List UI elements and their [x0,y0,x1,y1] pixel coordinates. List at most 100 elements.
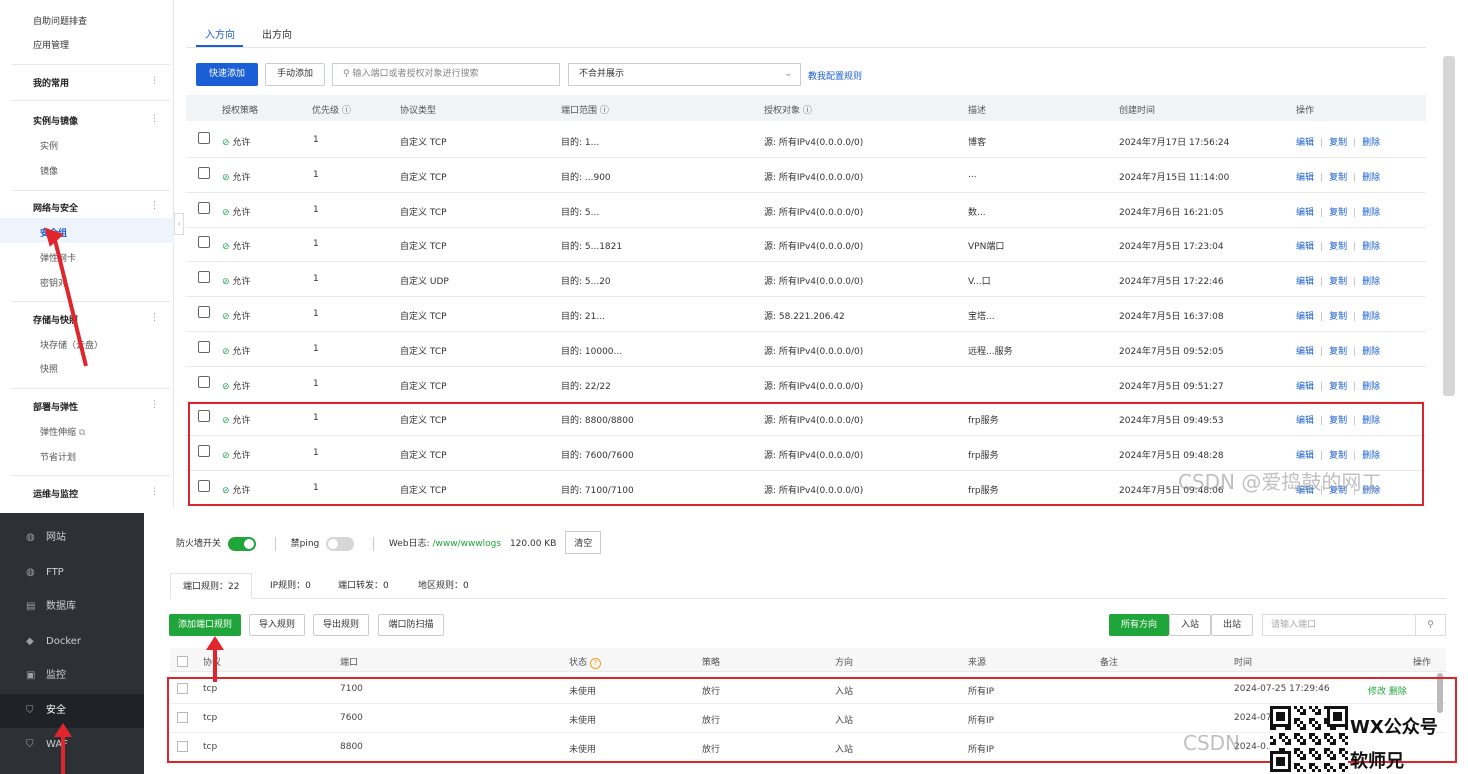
policy-cell: ⊘ 允许 [222,274,250,287]
quick-add-button[interactable]: 快速添加 [196,63,258,86]
sidebar-section-network[interactable]: 网络与安全 [33,201,78,214]
select-all-checkbox[interactable] [177,656,188,667]
description-cell: ... [968,169,977,180]
edit-link[interactable]: 编辑 [1296,138,1314,148]
more-icon[interactable]: ⋮ [150,201,159,211]
copy-link[interactable]: 复制 [1329,138,1347,148]
tab-inbound[interactable]: 入方向 [205,26,235,41]
policy-cell: ⊘ 允许 [222,170,250,183]
sidebar-section-deploy[interactable]: 部署与弹性 [33,400,78,413]
tab-region-rules[interactable]: 地区规则：0 [406,573,481,599]
ping-toggle[interactable] [326,536,355,551]
qr-code-image [1270,706,1348,772]
copy-link[interactable]: 复制 [1329,277,1347,287]
search-icon[interactable]: ⚲ [1415,615,1445,635]
direction-out-button[interactable]: 出站 [1211,614,1253,636]
priority-cell: 1 [313,309,319,319]
edit-link[interactable]: 编辑 [1296,312,1314,322]
import-rules-button[interactable]: 导入规则 [249,614,305,636]
sidebar-item-docker[interactable]: ◆ Docker [0,625,144,659]
sidebar-item-label: FTP [46,566,64,578]
more-icon[interactable]: ⋮ [150,313,159,323]
manual-add-button[interactable]: 手动添加 [265,63,325,86]
delete-link[interactable]: 删除 [1362,312,1380,322]
delete-link[interactable]: 删除 [1362,382,1380,392]
delete-link[interactable]: 删除 [1362,173,1380,183]
clear-log-button[interactable]: 清空 [565,531,602,554]
time-cell: 2024年7月5日 09:52:05 [1119,346,1224,357]
sidebar-item-autoscaling[interactable]: 弹性伸缩 ⧉ [40,425,85,438]
merge-display-select[interactable]: 不合并展示 ⌄ [568,63,801,86]
sidebar-item-ftp[interactable]: ◍ FTP [0,556,144,590]
copy-link[interactable]: 复制 [1329,312,1347,322]
direction-in-button[interactable]: 入站 [1169,614,1211,636]
sidebar-item-image[interactable]: 镜像 [40,164,58,177]
export-rules-button[interactable]: 导出规则 [313,614,369,636]
sidebar-item-instance[interactable]: 实例 [40,139,58,152]
sidebar-section-favorites[interactable]: 我的常用 [33,76,69,89]
copy-link[interactable]: 复制 [1329,242,1347,252]
policy-text: 允许 [232,172,251,183]
row-checkbox[interactable] [198,166,210,179]
docker-icon: ◆ [26,635,34,647]
policy-cell: ⊘ 允许 [222,344,250,357]
row-checkbox[interactable] [198,306,210,318]
copy-link[interactable]: 复制 [1329,208,1347,218]
sidebar-section-ops[interactable]: 运维与监控 [33,487,78,500]
sidebar-item-database[interactable]: ▤ 数据库 [0,590,144,624]
copy-link[interactable]: 复制 [1329,173,1347,183]
edit-link[interactable]: 编辑 [1296,242,1314,252]
more-icon[interactable]: ⋮ [150,114,159,124]
add-port-rule-button[interactable]: 添加端口规则 [169,614,241,636]
firewall-toggle[interactable] [227,536,256,551]
delete-link[interactable]: 删除 [1362,347,1380,357]
delete-link[interactable]: 删除 [1362,208,1380,218]
vertical-scrollbar[interactable] [1443,56,1455,396]
edit-link[interactable]: 编辑 [1296,277,1314,287]
edit-link[interactable]: 编辑 [1296,347,1314,357]
external-link-icon: ⧉ [78,428,86,438]
more-icon[interactable]: ⋮ [150,400,159,410]
port-search-input[interactable]: 请输入端口 ⚲ [1262,614,1446,636]
port-anti-scan-button[interactable]: 端口防扫描 [378,614,444,636]
row-checkbox[interactable] [198,132,210,144]
row-checkbox[interactable] [198,236,210,249]
table-row: ⊘ 允许 1 自定义 TCP 目的: 1... 源: 所有IPv4(0.0.0.0/0)… [186,123,1426,158]
more-icon[interactable]: ⋮ [150,487,159,497]
sidebar-item-self-check[interactable]: 自助问题排查 [33,14,87,27]
separator: | [1353,207,1357,218]
copy-link[interactable]: 复制 [1329,382,1347,392]
edit-link[interactable]: 编辑 [1296,382,1314,392]
sidebar-item-monitor[interactable]: ▣ 监控 [0,659,144,693]
help-icon[interactable]: ? [589,658,601,669]
delete-link[interactable]: 删除 [1362,277,1380,287]
more-icon[interactable]: ⋮ [150,76,159,86]
delete-link[interactable]: 删除 [1362,138,1380,148]
tab-outbound[interactable]: 出方向 [262,26,292,41]
collapse-sidebar-icon[interactable]: ‹ [174,213,184,235]
row-checkbox[interactable] [198,271,210,284]
sidebar-section-instances[interactable]: 实例与镜像 [33,114,78,127]
tab-port-rules[interactable]: 端口规则：22 [170,573,253,599]
direction-all-button[interactable]: 所有方向 [1109,614,1169,636]
row-checkbox[interactable] [198,340,210,353]
teach-config-link[interactable]: 教我配置规则 [808,69,862,82]
sidebar-item-globe[interactable]: ◍ 网站 [0,521,144,555]
tab-port-forward[interactable]: 端口转发：0 [326,573,401,599]
edit-link[interactable]: 编辑 [1296,208,1314,218]
tab-ip-rules[interactable]: IP规则：0 [258,573,323,599]
sidebar-item-app-management[interactable]: 应用管理 [33,38,69,51]
object-cell: 源: 所有IPv4(0.0.0.0/0) [764,207,864,218]
col-auth-object: 授权对象 ⓘ [764,106,812,116]
delete-link[interactable]: 删除 [1362,242,1380,252]
port-cell: 目的: 22/22 [561,381,611,392]
row-checkbox[interactable] [198,201,210,214]
col-port: 端口 [340,658,359,668]
weblog-path-link[interactable]: /www/wwwlogs [432,539,501,549]
row-checkbox[interactable] [198,375,210,388]
edit-link[interactable]: 编辑 [1296,173,1314,183]
sidebar-item-savings-plan[interactable]: 节省计划 [40,450,76,463]
copy-link[interactable]: 复制 [1329,347,1347,357]
sidebar-item-label: 弹性伸缩 [40,428,77,438]
rule-search-input[interactable]: ⚲ 输入端口或者授权对象进行搜索 [332,63,560,86]
